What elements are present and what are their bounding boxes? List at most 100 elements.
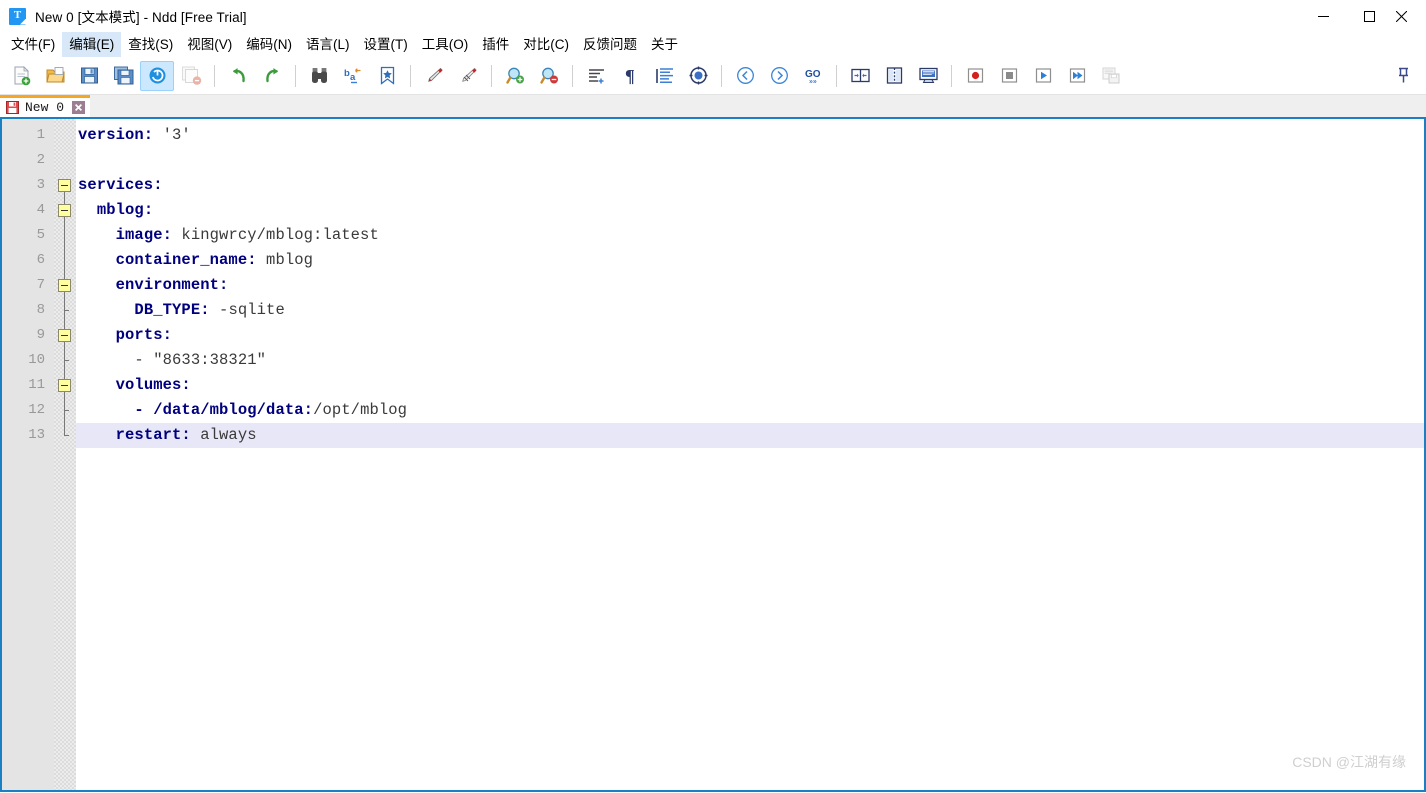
- indent: [78, 226, 116, 244]
- fold-row: [54, 248, 76, 273]
- code-text[interactable]: version: '3' services: mblog: image: kin…: [76, 119, 1424, 790]
- fold-toggle-line-9[interactable]: [58, 329, 71, 342]
- redo-icon[interactable]: [255, 61, 289, 91]
- yaml-value: - "8633:38321": [134, 351, 266, 369]
- minimize-icon[interactable]: [1300, 0, 1346, 32]
- zoom-in-icon[interactable]: [498, 61, 532, 91]
- code-line-2: [76, 148, 1424, 173]
- line-number: 2: [2, 148, 54, 173]
- close-file-icon[interactable]: [140, 61, 174, 91]
- watermark: CSDN @江湖有缘: [1292, 752, 1406, 772]
- toolbar-separator: [214, 65, 215, 87]
- preview-icon[interactable]: [911, 61, 945, 91]
- bookmark-icon[interactable]: [370, 61, 404, 91]
- fold-row: [54, 323, 76, 348]
- play-macro-icon[interactable]: [1026, 61, 1060, 91]
- menu-edit[interactable]: 编辑(E): [62, 32, 121, 57]
- unsaved-floppy-icon: [6, 101, 19, 114]
- code-line-7: environment:: [76, 273, 1424, 298]
- menu-language[interactable]: 语言(L): [299, 32, 357, 57]
- close-all-files-icon[interactable]: [174, 61, 208, 91]
- menu-tools[interactable]: 工具(O): [415, 32, 476, 57]
- yaml-key: container_name:: [116, 251, 257, 269]
- window-controls: [1300, 0, 1426, 32]
- menu-file[interactable]: 文件(F): [4, 32, 62, 57]
- line-number: 9: [2, 323, 54, 348]
- indent: [78, 301, 134, 319]
- maximize-icon[interactable]: [1346, 0, 1392, 32]
- svg-text:a: a: [350, 72, 356, 83]
- fold-connector: [64, 191, 65, 198]
- fold-toggle-line-7[interactable]: [58, 279, 71, 292]
- fold-row: [54, 423, 76, 448]
- open-file-icon[interactable]: [38, 61, 72, 91]
- show-pilcrow-icon[interactable]: ¶: [613, 61, 647, 91]
- navigate-back-icon[interactable]: [728, 61, 762, 91]
- pin-icon[interactable]: [1386, 61, 1420, 91]
- fold-toggle-line-11[interactable]: [58, 379, 71, 392]
- indent: [78, 326, 116, 344]
- code-line-6: container_name: mblog: [76, 248, 1424, 273]
- menu-plugins[interactable]: 插件: [475, 32, 516, 57]
- line-number: 11: [2, 373, 54, 398]
- code-fold-margin[interactable]: [54, 119, 76, 790]
- fold-toggle-line-3[interactable]: [58, 179, 71, 192]
- toolbar-separator: [410, 65, 411, 87]
- yaml-value: mblog: [257, 251, 313, 269]
- text-document-icon: [9, 8, 26, 25]
- tab-label: New 0: [25, 100, 64, 115]
- line-number: 1: [2, 123, 54, 148]
- clear-highlight-icon[interactable]: [451, 61, 485, 91]
- goto-line-icon[interactable]: GO »»: [796, 61, 830, 91]
- highlight-pen-icon[interactable]: [417, 61, 451, 91]
- fold-toggle-line-4[interactable]: [58, 204, 71, 217]
- undo-icon[interactable]: [221, 61, 255, 91]
- replace-icon[interactable]: b a: [336, 61, 370, 91]
- toolbar-separator: [295, 65, 296, 87]
- split-vertical-icon[interactable]: [877, 61, 911, 91]
- line-number: 7: [2, 273, 54, 298]
- close-icon[interactable]: [1392, 0, 1426, 32]
- indent: [78, 351, 134, 369]
- indent-guide-icon[interactable]: [647, 61, 681, 91]
- stop-macro-icon[interactable]: [992, 61, 1026, 91]
- menu-compare[interactable]: 对比(C): [516, 32, 576, 57]
- toolbar-separator: [836, 65, 837, 87]
- navigate-forward-icon[interactable]: [762, 61, 796, 91]
- find-icon[interactable]: [302, 61, 336, 91]
- code-line-11: volumes:: [76, 373, 1424, 398]
- play-macro-multiple-icon[interactable]: [1060, 61, 1094, 91]
- split-horizontal-icon[interactable]: [843, 61, 877, 91]
- word-wrap-icon[interactable]: [579, 61, 613, 91]
- yaml-value: '3': [153, 126, 191, 144]
- menu-view[interactable]: 视图(V): [180, 32, 239, 57]
- tab-close-icon[interactable]: [72, 101, 85, 114]
- editor-area[interactable]: 1 2 3 4 5 6 7 8 9 10 11 12 13: [0, 119, 1426, 792]
- fold-row: [54, 148, 76, 173]
- fold-row: [54, 123, 76, 148]
- save-all-icon[interactable]: [106, 61, 140, 91]
- yaml-key: mblog:: [97, 201, 153, 219]
- save-macro-icon[interactable]: [1094, 61, 1128, 91]
- toolbar-separator: [721, 65, 722, 87]
- tab-new-0[interactable]: New 0: [0, 95, 90, 117]
- menu-about[interactable]: 关于: [644, 32, 685, 57]
- fold-connector: [64, 223, 65, 248]
- yaml-value: /opt/mblog: [313, 401, 407, 419]
- menu-settings[interactable]: 设置(T): [357, 32, 415, 57]
- menu-search[interactable]: 查找(S): [121, 32, 180, 57]
- tab-bar: New 0: [0, 95, 1426, 119]
- record-macro-icon[interactable]: [958, 61, 992, 91]
- new-file-icon[interactable]: [4, 61, 38, 91]
- focus-mode-icon[interactable]: [681, 61, 715, 91]
- fold-row: [54, 348, 76, 373]
- zoom-out-icon[interactable]: [532, 61, 566, 91]
- menu-feedback[interactable]: 反馈问题: [576, 32, 644, 57]
- save-icon[interactable]: [72, 61, 106, 91]
- toolbar: b a: [0, 57, 1426, 95]
- menu-encoding[interactable]: 编码(N): [239, 32, 299, 57]
- fold-tick: [64, 360, 69, 361]
- code-line-13: restart: always: [76, 423, 1424, 448]
- line-number-gutter: 1 2 3 4 5 6 7 8 9 10 11 12 13: [2, 119, 54, 790]
- title-bar: New 0 [文本模式] - Ndd [Free Trial]: [0, 0, 1426, 32]
